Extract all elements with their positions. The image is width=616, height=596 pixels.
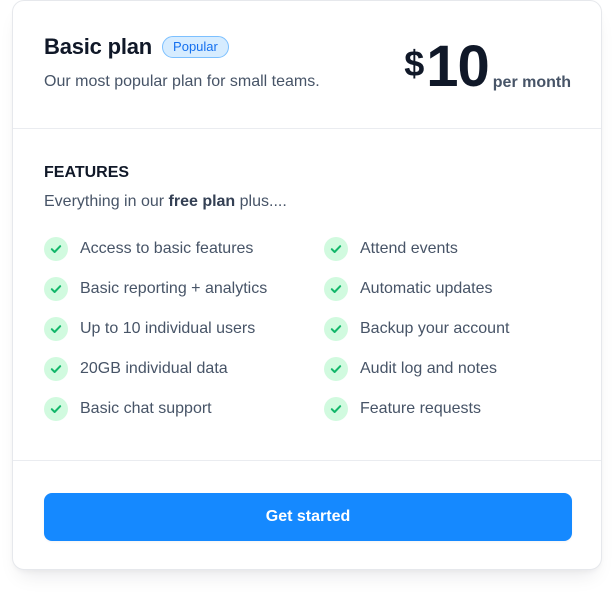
feature-item: Automatic updates [324,277,509,301]
feature-label: 20GB individual data [80,360,228,377]
check-icon [324,357,348,381]
features-section: FEATURES Everything in our free plan plu… [44,164,574,421]
feature-item: Basic reporting + analytics [44,277,267,301]
feature-column-left: Access to basic features Basic reporting… [44,237,267,437]
card-footer: Get started [13,460,601,569]
feature-label: Audit log and notes [360,360,497,377]
feature-label: Basic chat support [80,400,212,417]
feature-label: Attend events [360,240,458,257]
pricing-card: Basic plan Popular Our most popular plan… [12,0,602,570]
feature-label: Up to 10 individual users [80,320,256,337]
features-subtitle-prefix: Everything in our [44,193,169,210]
feature-column-right: Attend events Automatic updates Backup y… [324,237,509,437]
feature-item: Access to basic features [44,237,267,261]
feature-item: Backup your account [324,317,509,341]
feature-label: Basic reporting + analytics [80,280,268,297]
price-period: per month [492,74,571,91]
feature-item: 20GB individual data [44,357,267,381]
plan-description: Our most popular plan for small teams. [44,73,320,90]
check-icon [324,317,348,341]
features-subtitle: Everything in our free plan plus.... [44,193,574,211]
feature-item: Up to 10 individual users [44,317,267,341]
check-icon [44,357,68,381]
price-amount: 10 [426,34,490,99]
feature-label: Backup your account [360,320,510,337]
features-subtitle-bold: free plan [168,193,236,210]
check-icon [324,237,348,261]
check-icon [44,397,68,421]
price: $ 10 per month [404,31,571,103]
title-row: Basic plan Popular [44,34,229,60]
features-subtitle-suffix: plus.... [235,193,287,210]
check-icon [44,277,68,301]
popular-badge: Popular [162,36,229,58]
feature-item: Attend events [324,237,509,261]
get-started-button[interactable]: Get started [44,493,572,541]
check-icon [324,277,348,301]
feature-label: Automatic updates [360,280,493,297]
feature-label: Access to basic features [80,240,254,257]
feature-item: Feature requests [324,397,509,421]
plan-title: Basic plan [44,34,153,59]
check-icon [44,317,68,341]
feature-item: Basic chat support [44,397,267,421]
features-heading: FEATURES [44,164,130,181]
check-icon [324,397,348,421]
price-currency: $ [404,43,425,84]
feature-label: Feature requests [360,400,481,417]
feature-item: Audit log and notes [324,357,509,381]
card-header: Basic plan Popular Our most popular plan… [13,1,601,129]
check-icon [44,237,68,261]
